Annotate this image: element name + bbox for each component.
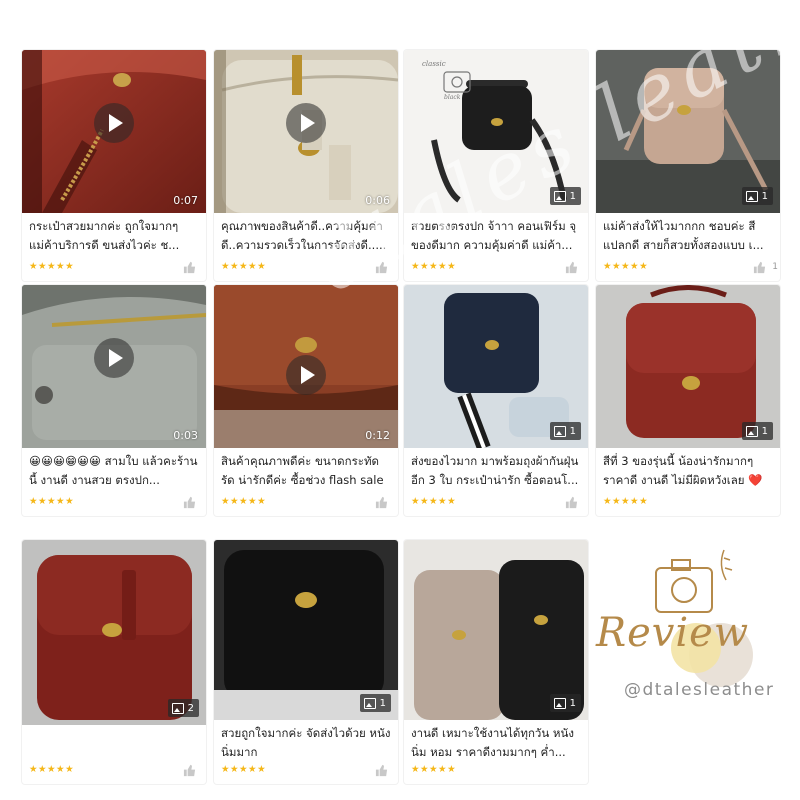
product-stamp-text: black: [444, 94, 461, 101]
review-text: [29, 729, 199, 767]
play-button[interactable]: [94, 338, 134, 378]
review-image-thumbnail[interactable]: 2: [22, 540, 206, 725]
review-card[interactable]: 0:07 กระเป๋าสวยมากค่ะ ถูกใจมากๆ แม่ค้าบร…: [22, 50, 206, 281]
image-icon: [363, 697, 376, 709]
play-button[interactable]: [94, 103, 134, 143]
video-duration: 0:06: [365, 194, 390, 207]
review-card[interactable]: 0:03 😀😀😀😁😀😀 สามใบ แล้วคะร้านนี้ งานดี งา…: [22, 285, 206, 516]
review-wordmark: Review: [596, 610, 750, 656]
review-text: 😀😀😀😁😀😀 สามใบ แล้วคะร้านนี้ งานดี งานสวย …: [29, 454, 198, 487]
rating-stars: ★★★★★: [411, 764, 457, 775]
rating-stars: ★★★★★: [29, 764, 75, 775]
thumbs-up-icon[interactable]: [183, 764, 196, 777]
review-text: แม่ค้าส่งให้ไวมากกก ชอบค่ะ สี แปลกดี สาย…: [603, 219, 764, 252]
image-icon: [553, 190, 566, 202]
review-text: สินค้าคุณภาพดีค่ะ ขนาดกระทัดรัด น่ารักดี…: [221, 454, 384, 487]
review-video-thumbnail[interactable]: 0:03: [22, 285, 206, 448]
rating-stars: ★★★★★: [603, 261, 649, 272]
review-image-thumbnail[interactable]: 1: [596, 285, 780, 448]
image-count-badge: 1: [741, 187, 773, 205]
image-icon: [745, 190, 758, 202]
image-icon: [745, 425, 758, 437]
review-image-thumbnail[interactable]: 1: [214, 540, 398, 720]
product-stamp-text: classic: [422, 60, 446, 68]
image-icon: [171, 702, 184, 714]
review-card[interactable]: 0:06 คุณภาพของสินค้าดี..ความคุ้มค่า ดี..…: [214, 50, 398, 281]
video-duration: 0:07: [173, 194, 198, 207]
thumbs-up-icon[interactable]: [375, 764, 388, 777]
review-image-thumbnail[interactable]: 1: [596, 50, 780, 213]
thumbs-up-icon[interactable]: [183, 496, 196, 509]
image-icon: [553, 697, 566, 709]
review-card[interactable]: 1 สวยถูกใจมากค่ะ จัดส่งไวด้วย หนัง นิ่มม…: [214, 540, 398, 784]
thumbs-up-icon[interactable]: [565, 496, 578, 509]
review-text: กระเป๋าสวยมากค่ะ ถูกใจมากๆ แม่ค้าบริการด…: [29, 219, 180, 252]
video-duration: 0:03: [173, 429, 198, 442]
review-text: ส่งของไวมาก มาพร้อมถุงผ้ากันฝุ่น อีก 3 ใ…: [411, 454, 579, 487]
image-count-badge: 1: [549, 694, 581, 712]
review-card[interactable]: classic black 1 สวยตรงตรงปก จ้าาา คอนเฟิ…: [404, 50, 588, 281]
review-text: สวยตรงตรงปก จ้าาา คอนเฟิร์ม จุ ของดีมาก …: [411, 219, 577, 252]
rating-stars: ★★★★★: [411, 261, 457, 272]
bag-photo: [214, 540, 398, 720]
rating-stars: ★★★★★: [603, 496, 649, 507]
rating-stars: ★★★★★: [411, 496, 457, 507]
review-text: งานดี เหมาะใช้งานได้ทุกวัน หนัง นิ่ม หอม…: [411, 726, 574, 759]
video-duration: 0:12: [365, 429, 390, 442]
review-card[interactable]: 0:12 สินค้าคุณภาพดีค่ะ ขนาดกระทัดรัด น่า…: [214, 285, 398, 516]
review-card[interactable]: 1 แม่ค้าส่งให้ไวมากกก ชอบค่ะ สี แปลกดี ส…: [596, 50, 780, 281]
thumbs-up-icon[interactable]: [753, 261, 766, 274]
rating-stars: ★★★★★: [221, 261, 267, 272]
shop-handle: @dtalesleather: [624, 680, 775, 700]
rating-stars: ★★★★★: [29, 261, 75, 272]
image-count-badge: 1: [359, 694, 391, 712]
review-text: สวยถูกใจมากค่ะ จัดส่งไวด้วย หนัง นิ่มมาก: [221, 726, 391, 759]
image-count-badge: 2: [167, 699, 199, 717]
review-logo: Review @dtalesleather: [596, 540, 780, 720]
image-icon: [553, 425, 566, 437]
thumbs-up-icon[interactable]: [565, 261, 578, 274]
play-button[interactable]: [286, 355, 326, 395]
review-card[interactable]: 1 งานดี เหมาะใช้งานได้ทุกวัน หนัง นิ่ม ห…: [404, 540, 588, 784]
play-button[interactable]: [286, 103, 326, 143]
rating-stars: ★★★★★: [29, 496, 75, 507]
review-video-thumbnail[interactable]: 0:12: [214, 285, 398, 448]
image-count-badge: 1: [549, 422, 581, 440]
review-image-thumbnail[interactable]: 1: [404, 285, 588, 448]
bag-photo: [404, 540, 588, 720]
rating-stars: ★★★★★: [221, 764, 267, 775]
rating-stars: ★★★★★: [221, 496, 267, 507]
image-count-badge: 1: [741, 422, 773, 440]
review-image-thumbnail[interactable]: classic black 1: [404, 50, 588, 213]
review-card[interactable]: 1 ส่งของไวมาก มาพร้อมถุงผ้ากันฝุ่น อีก 3…: [404, 285, 588, 516]
image-count-badge: 1: [549, 187, 581, 205]
thumbs-up-icon[interactable]: [375, 261, 388, 274]
review-card[interactable]: 1 สีที่ 3 ของรุ่นนี้ น้องน่ารักมากๆ ราคา…: [596, 285, 780, 516]
review-image-thumbnail[interactable]: 1: [404, 540, 588, 720]
review-text: คุณภาพของสินค้าดี..ความคุ้มค่า ดี..ความร…: [221, 219, 387, 252]
like-count: 1: [772, 262, 778, 272]
review-video-thumbnail[interactable]: 0:06: [214, 50, 398, 213]
thumbs-up-icon[interactable]: [375, 496, 388, 509]
bag-photo: [22, 540, 206, 725]
review-text: สีที่ 3 ของรุ่นนี้ น้องน่ารักมากๆ ราคาดี…: [603, 454, 763, 487]
review-video-thumbnail[interactable]: 0:07: [22, 50, 206, 213]
thumbs-up-icon[interactable]: [183, 261, 196, 274]
review-card[interactable]: 2 ★★★★★: [22, 540, 206, 784]
